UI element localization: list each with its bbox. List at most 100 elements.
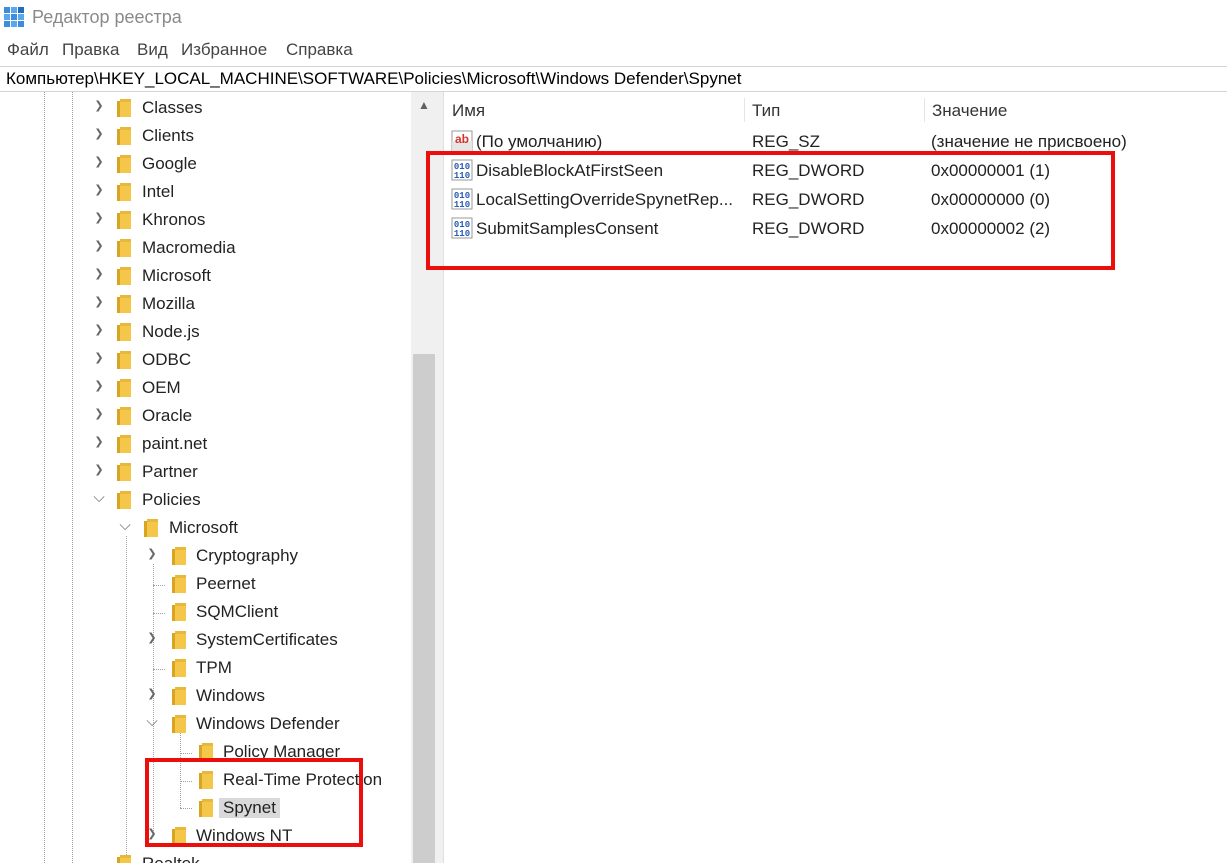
tree-item-label[interactable]: Classes (138, 98, 206, 118)
expand-chevron-icon[interactable]: ❯ (92, 295, 106, 309)
tree-item-label[interactable]: Oracle (138, 406, 196, 426)
tree-item-oracle[interactable]: ❯ Oracle (0, 402, 411, 430)
tree-item-policies-microsoft[interactable]: ⌵ Microsoft (0, 514, 411, 542)
expand-chevron-icon[interactable]: ❯ (92, 323, 106, 337)
folder-icon (117, 323, 131, 341)
expand-chevron-icon[interactable]: ❯ (92, 463, 106, 477)
tree-item-peernet[interactable]: Peernet (0, 570, 411, 598)
tree-item-paint-net[interactable]: ❯ paint.net (0, 430, 411, 458)
expand-chevron-icon[interactable]: ❯ (92, 267, 106, 281)
folder-icon (117, 211, 131, 229)
folder-icon (172, 547, 186, 565)
tree-item-label[interactable]: Macromedia (138, 238, 240, 258)
tree-item-label[interactable]: ODBC (138, 350, 195, 370)
scroll-up-arrow-icon[interactable]: ▲ (411, 98, 437, 116)
tree-item-label[interactable]: Intel (138, 182, 178, 202)
tree-item-oem[interactable]: ❯ OEM (0, 374, 411, 402)
tree-item-realtek[interactable]: Realtek (0, 850, 411, 863)
tree-item-label[interactable]: Google (138, 154, 201, 174)
tree-item-label[interactable]: OEM (138, 378, 185, 398)
tree-item-windows[interactable]: ❯ Windows (0, 682, 411, 710)
tree-item-label[interactable]: Khronos (138, 210, 209, 230)
column-header-type-label: Тип (752, 101, 781, 120)
tree-item-microsoft[interactable]: ❯ Microsoft (0, 262, 411, 290)
collapse-chevron-icon[interactable]: ⌵ (118, 518, 132, 533)
expand-chevron-icon[interactable]: ❯ (92, 351, 106, 365)
value-type: REG_SZ (752, 132, 821, 151)
tree-item-tpm[interactable]: TPM (0, 654, 411, 682)
collapse-chevron-icon[interactable]: ⌵ (145, 714, 159, 729)
tree-item-label[interactable]: Windows (192, 686, 269, 706)
tree-item-intel[interactable]: ❯ Intel (0, 178, 411, 206)
tree-item-label[interactable]: Clients (138, 126, 198, 146)
menu-edit[interactable]: Правка (62, 40, 119, 60)
scrollbar-thumb[interactable] (413, 354, 435, 863)
folder-icon (117, 239, 131, 257)
expand-chevron-icon[interactable]: ❯ (92, 99, 106, 113)
column-header-name-label: Имя (452, 101, 486, 120)
folder-icon (117, 463, 131, 481)
highlight-box-spynet-key (145, 758, 363, 847)
menu-file[interactable]: Файл (7, 40, 49, 60)
tree-item-label[interactable]: Policies (138, 490, 205, 510)
tree-item-mozilla[interactable]: ❯ Mozilla (0, 290, 411, 318)
tree-item-systemcertificates[interactable]: ❯ SystemCertificates (0, 626, 411, 654)
tree-item-macromedia[interactable]: ❯ Macromedia (0, 234, 411, 262)
expand-chevron-icon[interactable]: ❯ (92, 155, 106, 169)
expand-chevron-icon[interactable]: ❯ (145, 547, 159, 561)
tree-item-windows-defender[interactable]: ⌵ Windows Defender (0, 710, 411, 738)
tree-item-label[interactable]: Peernet (192, 574, 260, 594)
folder-icon (172, 631, 186, 649)
expand-chevron-icon[interactable]: ❯ (92, 379, 106, 393)
collapse-chevron-icon[interactable]: ⌵ (92, 490, 106, 505)
expand-chevron-icon[interactable]: ❯ (145, 631, 159, 645)
menu-bar: Файл Правка Вид Избранное Справка (0, 36, 1227, 64)
key-tree[interactable]: ❯ Classes ❯ Clients ❯ Google ❯ Intel ❯ Khronos ❯ Ma… (0, 92, 411, 863)
tree-item-classes[interactable]: ❯ Classes (0, 94, 411, 122)
folder-icon (117, 351, 131, 369)
menu-view[interactable]: Вид (137, 40, 168, 60)
tree-item-cryptography[interactable]: ❯ Cryptography (0, 542, 411, 570)
tree-item-label[interactable]: TPM (192, 658, 236, 678)
tree-item-khronos[interactable]: ❯ Khronos (0, 206, 411, 234)
column-header-value[interactable]: Значение (924, 92, 1227, 124)
tree-item-partner[interactable]: ❯ Partner (0, 458, 411, 486)
expand-chevron-icon[interactable]: ❯ (92, 183, 106, 197)
menu-help[interactable]: Справка (286, 40, 353, 60)
menu-favorites[interactable]: Избранное (181, 40, 267, 60)
value-data: (значение не присвоено) (931, 132, 1127, 151)
expand-chevron-icon[interactable]: ❯ (145, 687, 159, 701)
tree-item-label[interactable]: Node.js (138, 322, 204, 342)
expand-chevron-icon[interactable]: ❯ (92, 211, 106, 225)
folder-icon (117, 183, 131, 201)
folder-icon (117, 155, 131, 173)
tree-item-label[interactable]: Realtek (138, 854, 204, 863)
tree-item-node-js[interactable]: ❯ Node.js (0, 318, 411, 346)
tree-item-label[interactable]: SystemCertificates (192, 630, 342, 650)
tree-item-label[interactable]: Partner (138, 462, 202, 482)
tree-item-odbc[interactable]: ❯ ODBC (0, 346, 411, 374)
expand-chevron-icon[interactable]: ❯ (92, 435, 106, 449)
tree-item-clients[interactable]: ❯ Clients (0, 122, 411, 150)
folder-icon (172, 575, 186, 593)
expand-chevron-icon[interactable]: ❯ (92, 239, 106, 253)
address-path[interactable]: Компьютер\HKEY_LOCAL_MACHINE\SOFTWARE\Po… (6, 69, 741, 89)
tree-item-google[interactable]: ❯ Google (0, 150, 411, 178)
folder-icon (117, 127, 131, 145)
tree-item-sqmclient[interactable]: SQMClient (0, 598, 411, 626)
tree-item-label[interactable]: Windows Defender (192, 714, 344, 734)
column-header-name[interactable]: Имя (444, 92, 744, 124)
folder-open-icon (144, 519, 158, 537)
address-bar[interactable]: Компьютер\HKEY_LOCAL_MACHINE\SOFTWARE\Po… (0, 66, 1227, 92)
tree-item-policies[interactable]: ⌵ Policies (0, 486, 411, 514)
column-header-type[interactable]: Тип (744, 92, 924, 124)
tree-item-label[interactable]: Microsoft (165, 518, 242, 538)
expand-chevron-icon[interactable]: ❯ (92, 127, 106, 141)
tree-item-label[interactable]: Microsoft (138, 266, 215, 286)
tree-item-label[interactable]: paint.net (138, 434, 211, 454)
folder-icon (117, 267, 131, 285)
tree-item-label[interactable]: Cryptography (192, 546, 302, 566)
tree-item-label[interactable]: Mozilla (138, 294, 199, 314)
expand-chevron-icon[interactable]: ❯ (92, 407, 106, 421)
tree-item-label[interactable]: SQMClient (192, 602, 282, 622)
